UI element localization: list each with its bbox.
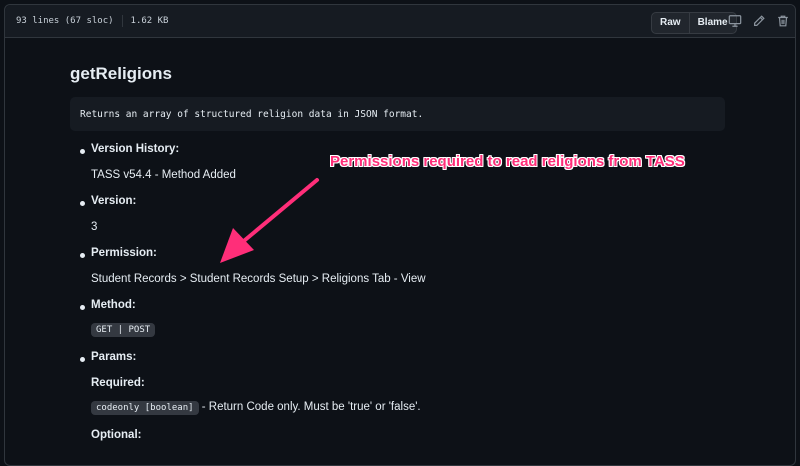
annotation-arrow	[220, 178, 319, 263]
annotation-text: Permissions required to read religions f…	[330, 153, 685, 170]
